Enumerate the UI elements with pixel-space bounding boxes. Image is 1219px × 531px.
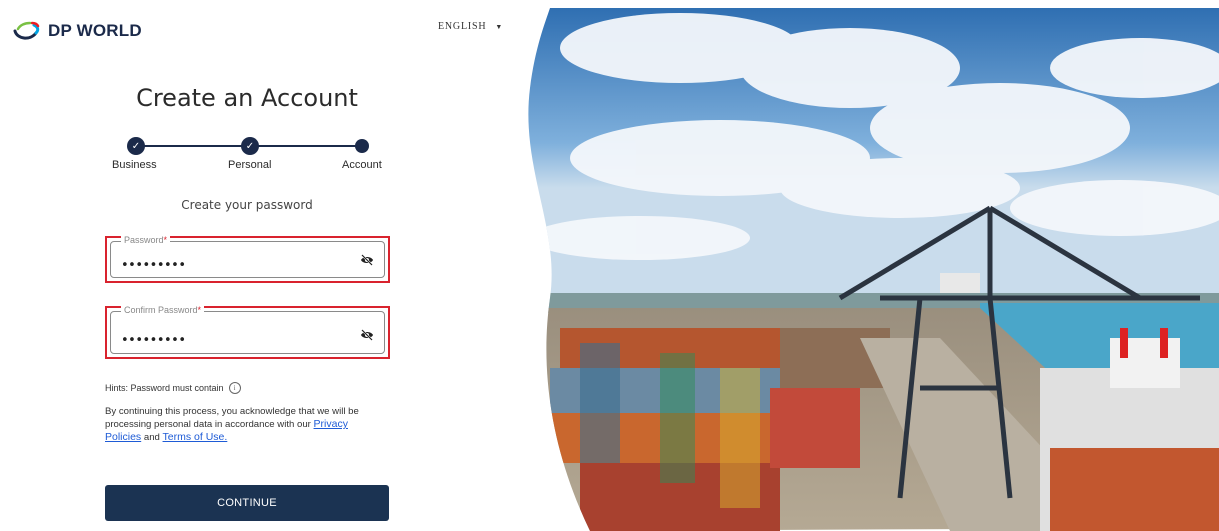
confirm-password-field[interactable]: Confirm Password* [110, 305, 385, 354]
legal-and: and [143, 432, 160, 443]
step-connector [250, 145, 362, 147]
caret-down-icon: ▼ [495, 22, 504, 31]
confirm-password-input[interactable] [119, 332, 343, 349]
page-title: Create an Account [136, 84, 358, 112]
terms-of-use-link[interactable]: Terms of Use. [163, 431, 228, 443]
step-label-business: Business [112, 159, 157, 171]
info-icon[interactable]: i [228, 382, 241, 394]
eye-off-icon[interactable] [360, 254, 374, 266]
port-hero-image [528, 8, 1219, 531]
language-selector[interactable]: ENGLISH ▼ [438, 21, 503, 32]
password-label: Password* [121, 235, 171, 245]
step-label-account: Account [342, 159, 382, 171]
step-connector [136, 145, 250, 147]
legal-notice: By continuing this process, you acknowle… [105, 406, 380, 444]
language-label: ENGLISH [438, 21, 487, 32]
continue-button[interactable]: CONTINUE [105, 485, 389, 521]
password-hints: Hints: Password must contain i [105, 382, 241, 394]
step-account-current-dot [355, 139, 369, 153]
section-subtitle: Create your password [181, 198, 313, 212]
password-field[interactable]: Password* [110, 235, 385, 278]
step-personal-check-icon: ✓ [241, 137, 259, 155]
eye-off-icon[interactable] [360, 329, 374, 341]
required-mark: * [163, 235, 168, 245]
brand-name: DP WORLD [48, 21, 142, 40]
confirm-password-label-text: Confirm Password [124, 305, 198, 315]
dp-world-swoosh-icon [13, 21, 40, 40]
password-input[interactable] [119, 257, 343, 274]
required-mark: * [197, 305, 202, 315]
password-label-text: Password [124, 235, 164, 245]
confirm-password-label: Confirm Password* [121, 305, 205, 315]
step-label-personal: Personal [228, 159, 272, 171]
hints-label: Hints: Password must contain [105, 383, 224, 393]
confirm-password-field-highlight: Confirm Password* [105, 305, 390, 359]
dp-world-logo[interactable]: DP WORLD [12, 19, 142, 43]
password-field-highlight: Password* [105, 235, 390, 283]
step-business-check-icon: ✓ [127, 137, 145, 155]
